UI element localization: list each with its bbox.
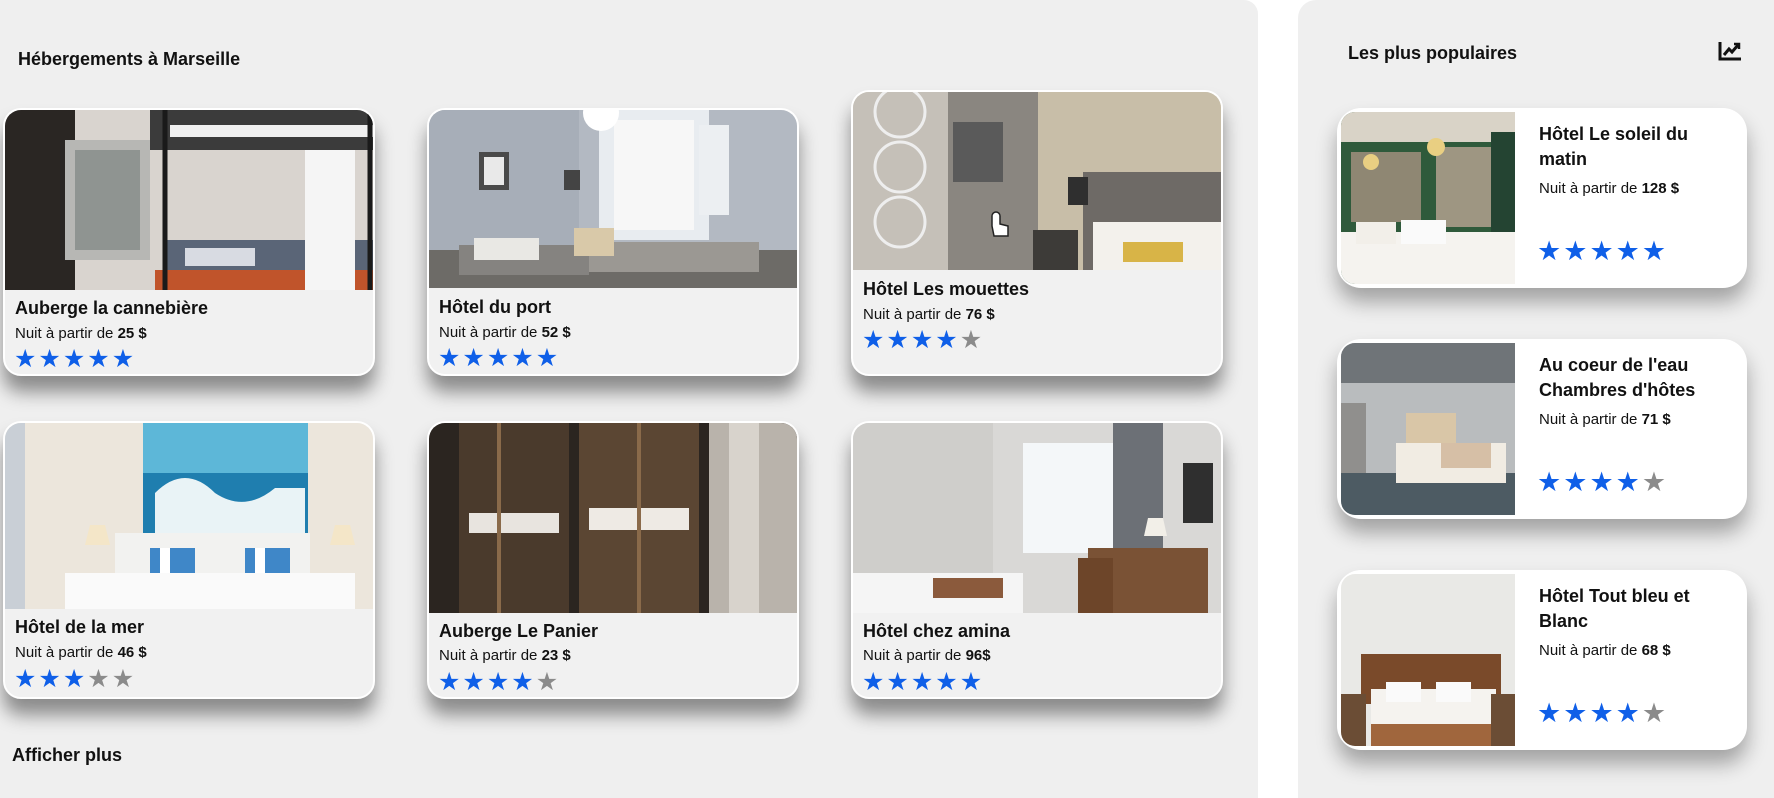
star-empty-icon: ★ — [535, 668, 559, 696]
popular-hotel-name: Hôtel Le soleil du matin — [1539, 124, 1689, 169]
popular-hotel-name: Hôtel Tout bleu et Blanc — [1539, 586, 1690, 631]
star-empty-icon: ★ — [111, 665, 135, 693]
hotel-photo — [1341, 343, 1515, 515]
star-filled-icon: ★ — [62, 345, 86, 373]
hotel-price: Nuit à partir de 23 $ — [439, 647, 571, 664]
popular-hotel-card[interactable]: Au coeur de l'eau Chambres d'hôtes Nuit … — [1337, 339, 1747, 519]
rating-stars: ★ ★ ★ ★ ★ — [1537, 467, 1667, 497]
hotel-card[interactable]: Auberge la cannebière Nuit à partir de 2… — [3, 108, 375, 376]
star-filled-icon: ★ — [935, 668, 958, 696]
hotel-photo — [429, 110, 797, 288]
popular-hotel-card[interactable]: Hôtel Tout bleu et Blanc Nuit à partir d… — [1337, 570, 1747, 750]
hotel-name: Hôtel chez amina — [863, 621, 1011, 641]
star-filled-icon: ★ — [910, 668, 934, 696]
hotel-card[interactable]: Hôtel Les mouettes Nuit à partir de 76 $… — [851, 90, 1223, 376]
star-filled-icon: ★ — [886, 668, 909, 696]
star-filled-icon: ★ — [62, 665, 86, 693]
star-filled-icon: ★ — [111, 345, 135, 373]
hotel-card[interactable]: Hôtel du port Nuit à partir de 52 $ ★ ★ ★ ★… — [427, 108, 799, 376]
star-filled-icon: ★ — [910, 326, 934, 354]
star-filled-icon: ★ — [87, 345, 110, 373]
rating-stars: ★ ★ ★ ★ ★ — [862, 668, 983, 696]
star-filled-icon: ★ — [959, 668, 983, 696]
star-filled-icon: ★ — [1537, 467, 1562, 497]
rating-stars: ★ ★ ★ ★ ★ — [862, 326, 983, 354]
hotel-price: Nuit à partir de 52 $ — [439, 324, 571, 341]
star-filled-icon: ★ — [1615, 698, 1640, 728]
star-filled-icon: ★ — [1563, 698, 1588, 728]
star-filled-icon: ★ — [935, 326, 958, 354]
rating-stars: ★ ★ ★ ★ ★ — [438, 344, 559, 372]
star-filled-icon: ★ — [511, 668, 534, 696]
page-title: Hébergements à Marseille — [18, 49, 241, 69]
star-filled-icon: ★ — [862, 326, 885, 354]
popular-hotel-price: Nuit à partir de 71 $ — [1539, 411, 1671, 428]
hotel-price: Nuit à partir de 96$ — [863, 647, 991, 664]
star-filled-icon: ★ — [486, 344, 510, 372]
hotel-photo — [853, 92, 1221, 270]
star-filled-icon: ★ — [438, 344, 461, 372]
popular-hotel-card[interactable]: Hôtel Le soleil du matin Nuit à partir d… — [1337, 108, 1747, 288]
star-empty-icon: ★ — [1641, 467, 1667, 497]
star-filled-icon: ★ — [1589, 236, 1614, 266]
hotel-photo — [5, 110, 373, 290]
star-filled-icon: ★ — [862, 668, 885, 696]
star-filled-icon: ★ — [1641, 236, 1667, 266]
rating-stars: ★ ★ ★ ★ ★ — [438, 668, 559, 696]
hotel-name: Auberge la cannebière — [15, 298, 209, 318]
star-filled-icon: ★ — [511, 344, 534, 372]
star-filled-icon: ★ — [14, 665, 37, 693]
hotel-price: Nuit à partir de 25 $ — [15, 325, 147, 342]
star-filled-icon: ★ — [1615, 467, 1640, 497]
rating-stars: ★ ★ ★ ★ ★ — [1537, 698, 1667, 728]
show-more-link[interactable]: Afficher plus — [12, 745, 122, 766]
hotel-price: Nuit à partir de 46 $ — [15, 644, 147, 661]
hotel-name: Hôtel du port — [439, 297, 551, 317]
popular-hotel-price: Nuit à partir de 68 $ — [1539, 642, 1671, 659]
hotel-photo — [1341, 574, 1515, 746]
trending-chart-icon[interactable] — [1717, 40, 1743, 62]
hotel-card[interactable]: Hôtel de la mer Nuit à partir de 46 $ ★ ★… — [3, 421, 375, 699]
star-filled-icon: ★ — [462, 344, 485, 372]
star-filled-icon: ★ — [486, 668, 510, 696]
popular-hotel-name: Au coeur de l'eau Chambres d'hôtes — [1539, 355, 1696, 400]
hotel-card[interactable]: Auberge Le Panier Nuit à partir de 23 $ … — [427, 421, 799, 699]
star-filled-icon: ★ — [535, 344, 559, 372]
hotel-photo — [5, 423, 373, 609]
star-filled-icon: ★ — [14, 345, 37, 373]
hotel-name: Hôtel de la mer — [15, 617, 145, 637]
rating-stars: ★ ★ ★ ★ ★ — [1537, 236, 1667, 266]
star-filled-icon: ★ — [38, 345, 61, 373]
star-filled-icon: ★ — [1589, 467, 1614, 497]
star-filled-icon: ★ — [438, 668, 461, 696]
rating-stars: ★ ★ ★ ★ ★ — [14, 665, 135, 693]
star-filled-icon: ★ — [1589, 698, 1614, 728]
star-filled-icon: ★ — [1537, 236, 1562, 266]
star-empty-icon: ★ — [959, 326, 983, 354]
popular-title: Les plus populaires — [1348, 43, 1518, 63]
star-filled-icon: ★ — [886, 326, 909, 354]
star-empty-icon: ★ — [87, 665, 110, 693]
hotel-photo — [429, 423, 797, 613]
hotel-photo — [853, 423, 1221, 613]
star-filled-icon: ★ — [1563, 236, 1588, 266]
hotel-card[interactable]: Hôtel chez amina Nuit à partir de 96$ ★ ★… — [851, 421, 1223, 699]
popular-hotel-price: Nuit à partir de 128 $ — [1539, 180, 1680, 197]
star-filled-icon: ★ — [462, 668, 485, 696]
star-filled-icon: ★ — [1563, 467, 1588, 497]
hotel-name: Hôtel Les mouettes — [863, 279, 1030, 299]
rating-stars: ★ ★ ★ ★ ★ — [14, 345, 135, 373]
hotel-photo — [1341, 112, 1515, 284]
star-empty-icon: ★ — [1641, 698, 1667, 728]
hotel-name: Auberge Le Panier — [439, 621, 599, 641]
star-filled-icon: ★ — [38, 665, 61, 693]
hotel-price: Nuit à partir de 76 $ — [863, 306, 995, 323]
star-filled-icon: ★ — [1537, 698, 1562, 728]
star-filled-icon: ★ — [1615, 236, 1640, 266]
